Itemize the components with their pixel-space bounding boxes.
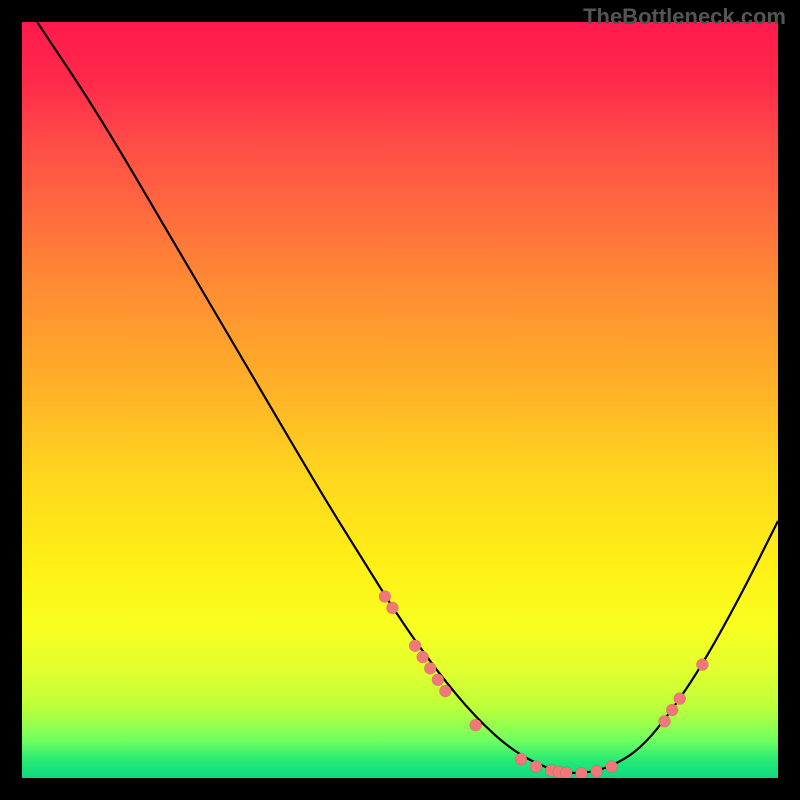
data-point — [666, 704, 678, 716]
data-point — [674, 693, 686, 705]
data-points-group — [379, 591, 709, 778]
watermark-text: TheBottleneck.com — [583, 4, 786, 30]
data-point — [591, 765, 603, 777]
data-point — [424, 662, 436, 674]
data-point — [659, 715, 671, 727]
data-point — [432, 674, 444, 686]
data-point — [409, 640, 421, 652]
data-point — [696, 659, 708, 671]
chart-svg — [22, 22, 778, 778]
data-point — [417, 651, 429, 663]
data-point — [530, 761, 542, 773]
data-point — [379, 591, 391, 603]
data-point — [439, 685, 451, 697]
data-point — [575, 767, 587, 778]
data-point — [515, 753, 527, 765]
data-point — [606, 761, 618, 773]
data-point — [386, 602, 398, 614]
data-point — [470, 719, 482, 731]
data-point — [560, 767, 572, 778]
chart-canvas — [22, 22, 778, 778]
bottleneck-curve — [37, 22, 778, 773]
